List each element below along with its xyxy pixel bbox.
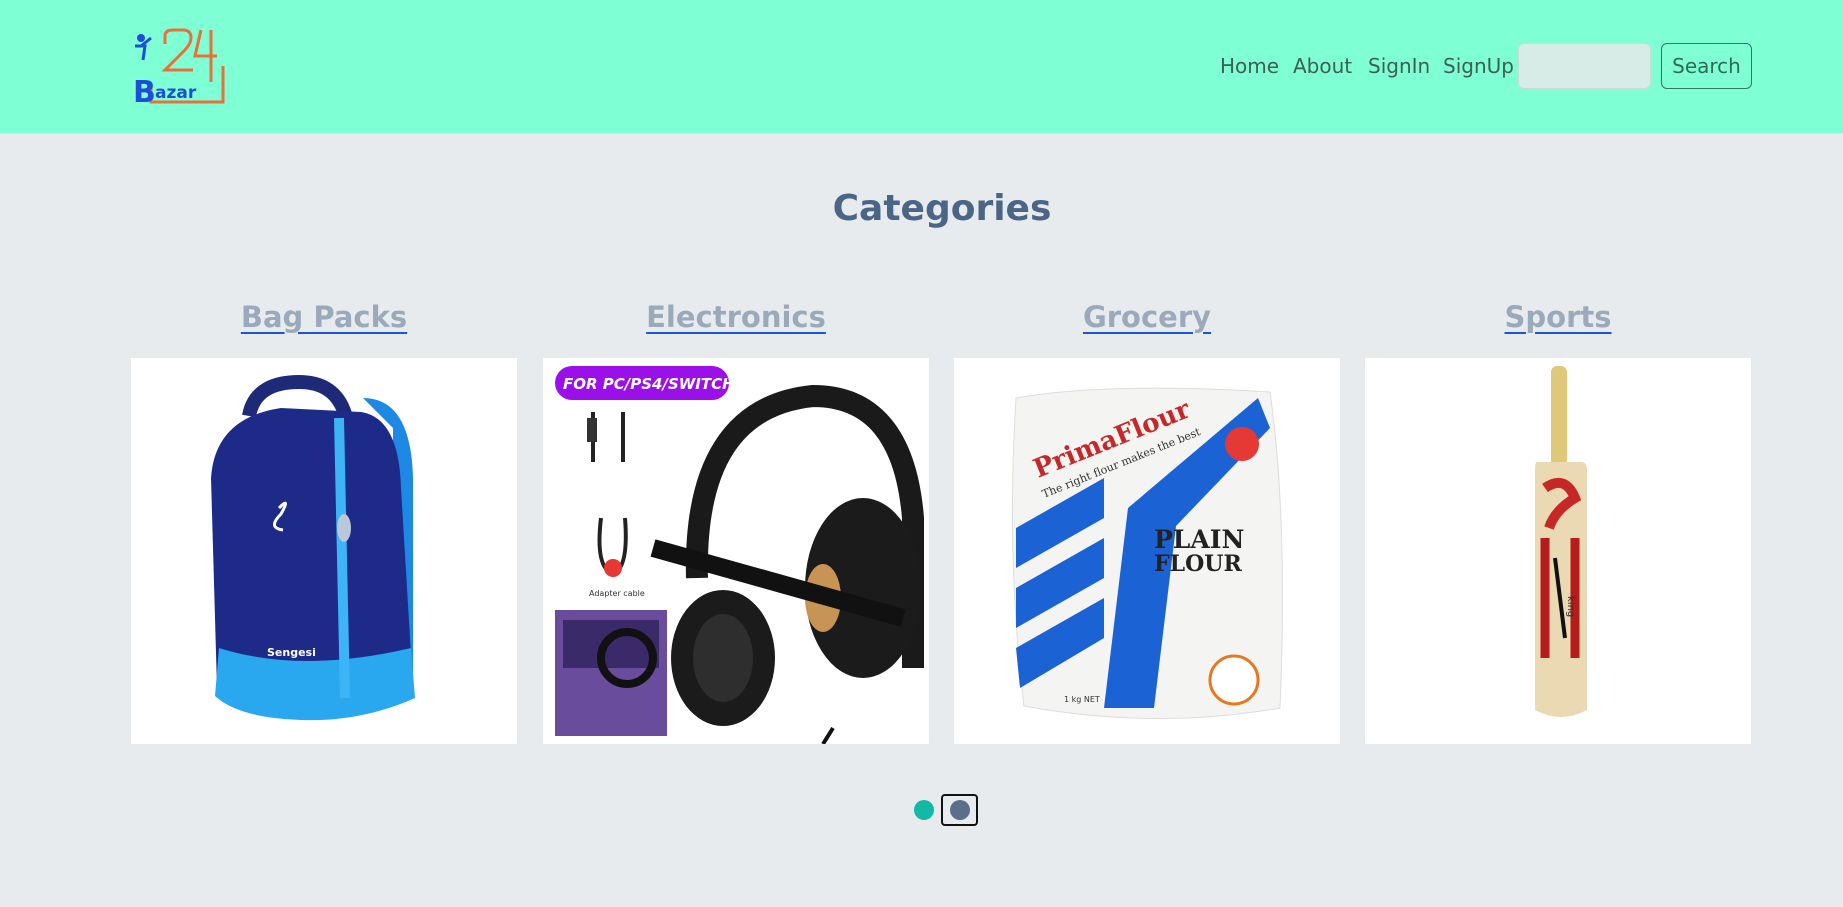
nav-signup[interactable]: SignUp xyxy=(1443,54,1514,78)
category-link-electronics[interactable]: Electronics xyxy=(543,300,929,334)
category-link-sports[interactable]: Sports xyxy=(1365,300,1751,334)
category-link-grocery[interactable]: Grocery xyxy=(954,300,1340,334)
category-card-sports[interactable]: king xyxy=(1365,358,1751,744)
backpack-image: Sengesi xyxy=(211,374,415,721)
svg-text:Sengesi: Sengesi xyxy=(267,646,316,659)
flour-bag-image: PrimaFlour The right flour makes the bes… xyxy=(1011,387,1283,720)
svg-text:FOR PC/PS4/SWITCH: FOR PC/PS4/SWITCH xyxy=(563,375,735,393)
carousel-dot-1[interactable] xyxy=(914,800,934,820)
search-button[interactable]: Search xyxy=(1661,43,1752,89)
search-input[interactable] xyxy=(1518,43,1651,89)
category-card-bag-packs[interactable]: Sengesi xyxy=(131,358,517,744)
nav-home[interactable]: Home xyxy=(1220,54,1279,78)
category-card-electronics[interactable]: FOR PC/PS4/SWITCH Adapter cable xyxy=(543,358,929,744)
svg-text:PLAIN: PLAIN xyxy=(1154,525,1244,554)
svg-text:king: king xyxy=(1565,596,1576,617)
nav-about[interactable]: About xyxy=(1293,54,1352,78)
category-link-bag-packs[interactable]: Bag Packs xyxy=(131,300,517,334)
cricket-bat-image: king xyxy=(1535,366,1587,717)
svg-text:B: B xyxy=(133,75,156,106)
carousel-dot-2[interactable] xyxy=(950,800,970,820)
headphones-image: FOR PC/PS4/SWITCH Adapter cable xyxy=(555,366,924,744)
page-title: Categories xyxy=(832,188,1052,229)
svg-text:Adapter cable: Adapter cable xyxy=(589,589,645,598)
logo-graphic: B azar xyxy=(133,28,225,110)
site-logo[interactable]: B azar xyxy=(131,26,231,110)
svg-text:azar: azar xyxy=(155,83,197,103)
category-card-grocery[interactable]: PrimaFlour The right flour makes the bes… xyxy=(954,358,1340,744)
svg-text:1 kg NET: 1 kg NET xyxy=(1064,695,1100,704)
navbar: B azar Home About SignIn SignUp Search xyxy=(0,0,1843,133)
nav-signin[interactable]: SignIn xyxy=(1368,54,1430,78)
svg-text:FLOUR: FLOUR xyxy=(1154,551,1242,577)
